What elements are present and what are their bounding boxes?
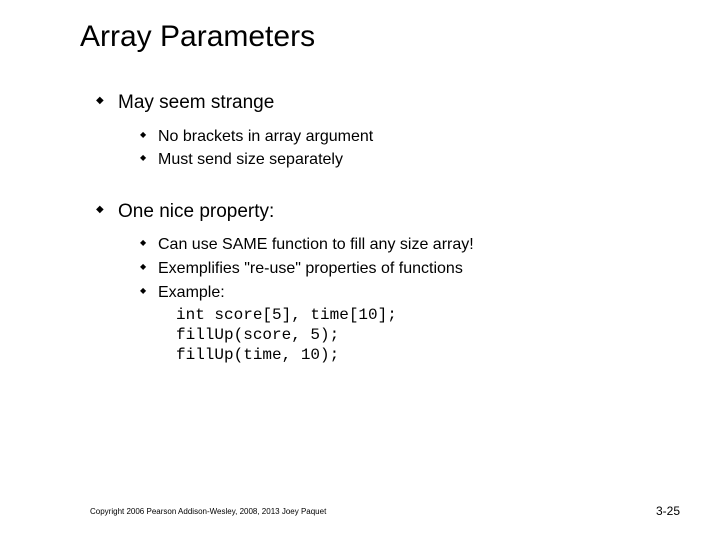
sub-bullet-text: Can use SAME function to fill any size a… [158,236,474,253]
bullet-text: One nice property: [118,201,274,222]
slide-number: 3-25 [656,504,680,518]
bullet-text: May seem strange [118,92,274,113]
code-block: int score[5], time[10]; fillUp(score, 5)… [158,305,720,365]
sub-bullet-item: Exemplifies "re-use" properties of funct… [140,258,720,280]
sub-bullet-text: Exemplifies "re-use" properties of funct… [158,260,463,277]
slide-title: Array Parameters [80,20,720,54]
sub-bullet-item: Example: int score[5], time[10]; fillUp(… [140,282,720,366]
sub-bullet-text: Example: [158,284,225,301]
code-line: fillUp(time, 10); [176,345,720,365]
copyright-text: Copyright 2006 Pearson Addison-Wesley, 2… [90,507,326,516]
slide: Array Parameters May seem strange No bra… [0,0,720,540]
code-line: int score[5], time[10]; [176,305,720,325]
bullet-item: May seem strange No brackets in array ar… [96,90,720,171]
sub-bullet-item: Must send size separately [140,149,720,171]
sub-bullet-item: Can use SAME function to fill any size a… [140,234,720,256]
sub-bullet-text: Must send size separately [158,151,343,168]
code-line: fillUp(score, 5); [176,325,720,345]
sub-bullet-item: No brackets in array argument [140,126,720,148]
bullet-item: One nice property: Can use SAME function… [96,199,720,365]
sub-bullet-text: No brackets in array argument [158,128,373,145]
sub-bullet-list: No brackets in array argument Must send … [140,126,720,171]
bullet-list: May seem strange No brackets in array ar… [96,90,720,365]
sub-bullet-list: Can use SAME function to fill any size a… [140,234,720,365]
